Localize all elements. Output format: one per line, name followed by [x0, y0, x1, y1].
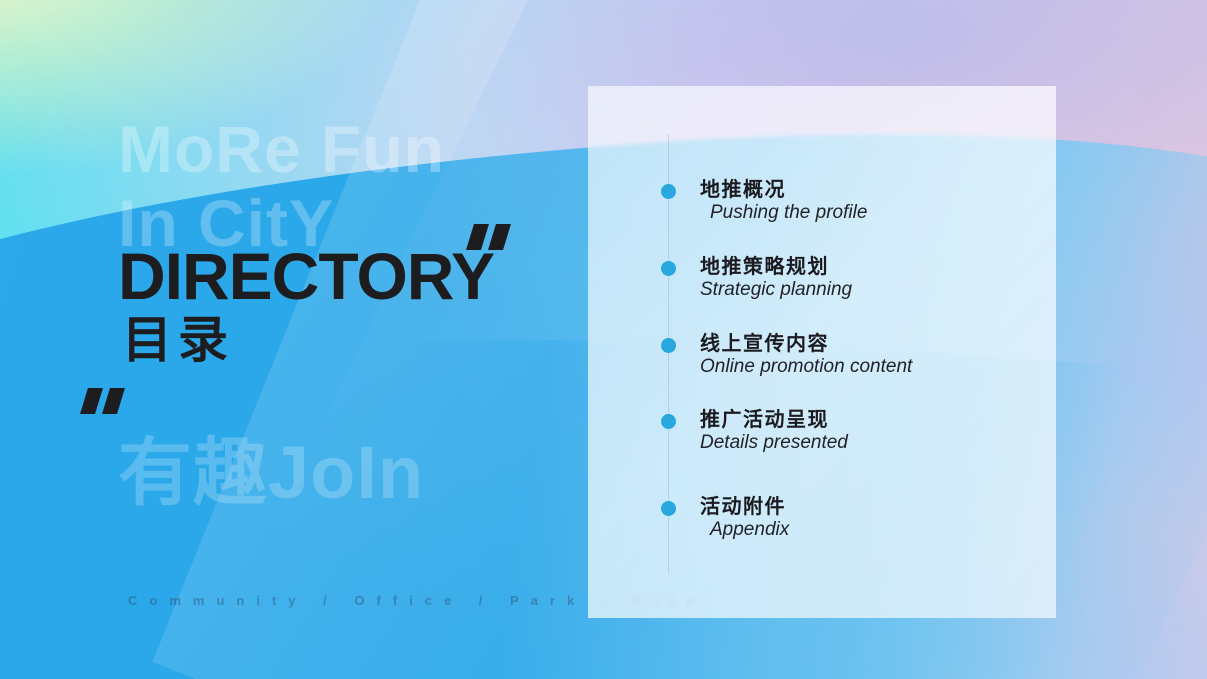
page-title-chinese: 目录	[122, 312, 234, 368]
bullet-dot-icon	[661, 184, 676, 199]
quote-slab-left	[80, 388, 103, 414]
quote-slab-right	[102, 388, 125, 414]
quote-mark-icon-top-right	[466, 224, 511, 250]
ghost-text-more-fun: MoRe Fun	[118, 112, 445, 186]
toc-item-label-en: Pushing the profile	[710, 202, 868, 223]
bullet-dot-icon	[661, 414, 676, 429]
toc-item-label-cn: 推广活动呈现	[700, 409, 829, 431]
table-of-contents-panel: 地推概况 Pushing the profile 地推策略规划 Strategi…	[588, 86, 1056, 618]
page-title-english: DIRECTORY	[118, 239, 495, 313]
bullet-dot-icon	[661, 338, 676, 353]
bullet-dot-icon	[661, 261, 676, 276]
quote-slab-right	[488, 224, 511, 250]
toc-item-label-en: Appendix	[710, 519, 790, 540]
hero-block: MoRe Fun In CitY 有趣JoIn DIRECTORY 目录 Com…	[0, 0, 694, 679]
toc-item-label-en: Online promotion content	[700, 356, 913, 377]
toc-item-label-cn: 线上宣传内容	[700, 333, 829, 355]
toc-item-label-cn: 地推策略规划	[700, 256, 829, 278]
toc-item-label-en: Details presented	[700, 432, 848, 453]
toc-item-label-cn: 地推概况	[700, 179, 786, 201]
toc-item-label-cn: 活动附件	[700, 496, 786, 518]
slide-directory: MoRe Fun In CitY 有趣JoIn DIRECTORY 目录 Com…	[0, 0, 1207, 679]
quote-mark-icon-bottom-left	[80, 388, 125, 414]
ghost-text-youqu-join: 有趣JoIn	[118, 431, 425, 514]
bullet-dot-icon	[661, 501, 676, 516]
toc-item-label-en: Strategic planning	[700, 279, 853, 300]
table-of-contents-list: 地推概况 Pushing the profile 地推策略规划 Strategi…	[588, 86, 1056, 618]
quote-slab-left	[466, 224, 489, 250]
